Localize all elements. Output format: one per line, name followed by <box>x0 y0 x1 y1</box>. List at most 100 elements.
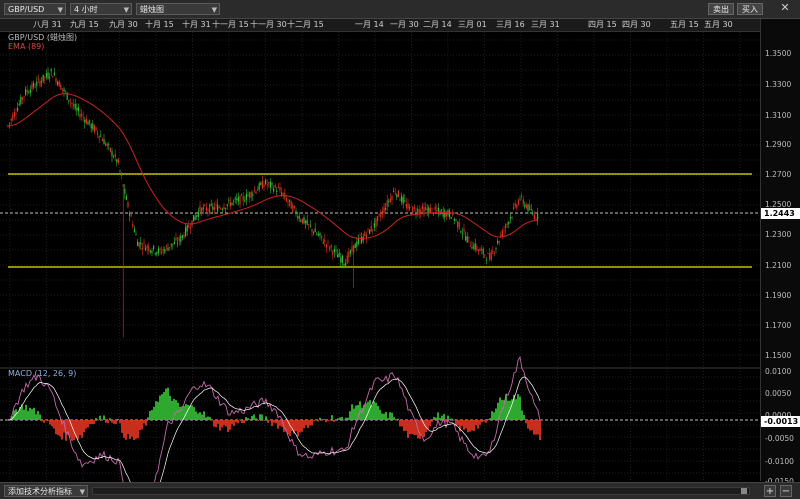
date-label: 八月 31 <box>33 20 62 29</box>
symbol-select[interactable]: GBP/USD ▼ <box>4 3 66 15</box>
zoom-out-button[interactable]: − <box>780 485 792 497</box>
macd-histogram-bar <box>205 417 207 420</box>
macd-histogram-bar <box>445 420 447 423</box>
candle-body <box>170 243 172 247</box>
candle-body <box>188 225 190 228</box>
candle-body <box>196 215 198 218</box>
candle-body <box>221 209 223 210</box>
candle-body <box>282 192 284 195</box>
candle-body <box>257 189 259 191</box>
macd-histogram-bar <box>471 420 473 431</box>
candle-body <box>33 83 35 87</box>
candle-body <box>244 200 246 202</box>
macd-histogram-bar <box>377 405 379 420</box>
macd-histogram-bar <box>71 420 73 441</box>
candle-body <box>169 247 171 249</box>
candle-body <box>493 253 495 254</box>
candle-body <box>212 206 214 210</box>
close-icon[interactable]: ✕ <box>778 1 792 15</box>
macd-histogram-bar <box>163 391 165 420</box>
macd-signal-line <box>7 376 541 482</box>
candle-body <box>274 184 276 188</box>
chart-footer: 添加技术分析指标 ▼ + − <box>0 482 800 499</box>
timeline-scrollbar[interactable] <box>92 487 750 495</box>
macd-histogram-bar <box>419 420 421 439</box>
candle-body <box>181 235 183 238</box>
candle-body <box>295 211 297 214</box>
candle-body <box>271 182 273 185</box>
candle-body <box>441 209 443 211</box>
macd-histogram-bar <box>33 407 35 420</box>
candle-body <box>140 242 142 245</box>
candle-body <box>135 234 137 235</box>
macd-histogram-bar <box>335 419 337 420</box>
candle-body <box>269 181 271 188</box>
buy-button[interactable]: 买入 <box>737 3 763 15</box>
candle-body <box>175 238 177 240</box>
macd-histogram-bar <box>495 408 497 420</box>
candle-body <box>306 220 308 225</box>
chart-plot-area[interactable] <box>0 32 760 482</box>
timeframe-select[interactable]: 4 小时 ▼ <box>70 3 132 15</box>
candle-body <box>484 254 486 256</box>
macd-histogram-bar <box>165 388 167 420</box>
candle-body <box>100 135 102 137</box>
candle-body <box>154 253 156 255</box>
macd-histogram-bar <box>253 414 255 420</box>
sell-button[interactable]: 卖出 <box>708 3 734 15</box>
macd-histogram-bar <box>143 420 145 424</box>
candle-body <box>396 194 398 198</box>
macd-histogram-bar <box>325 420 327 423</box>
macd-histogram-bar <box>239 419 241 421</box>
macd-histogram-bar <box>531 420 533 431</box>
macd-histogram-bar <box>299 420 301 433</box>
candle-body <box>473 244 475 249</box>
indicator-select[interactable]: 添加技术分析指标 ▼ <box>4 485 88 497</box>
macd-histogram-bar <box>371 405 373 420</box>
candle-body <box>44 76 46 79</box>
candle-body <box>383 207 385 213</box>
candle-body <box>103 138 105 145</box>
candle-body <box>133 229 135 232</box>
candle-body <box>482 248 484 255</box>
candle-body <box>316 233 318 235</box>
candle-body <box>29 89 31 93</box>
chart-type-select[interactable]: 蜡烛图 ▼ <box>136 3 220 15</box>
candle-body <box>34 87 36 88</box>
candle-body <box>353 245 355 253</box>
candle-body <box>109 147 111 152</box>
date-label: 一月 30 <box>390 20 419 29</box>
candle-body <box>73 104 75 106</box>
scrollbar-thumb[interactable] <box>741 488 747 494</box>
candle-body <box>468 236 470 238</box>
candle-body <box>25 89 27 95</box>
macd-histogram-bar <box>263 419 265 421</box>
candle-body <box>452 211 454 216</box>
candle-body <box>402 197 404 204</box>
macd-histogram-bar <box>51 420 53 427</box>
macd-histogram-bar <box>25 404 27 420</box>
candle-body <box>490 251 492 261</box>
candle-body <box>298 216 300 219</box>
candle-body <box>311 229 313 232</box>
candle-body <box>210 203 212 206</box>
candle-body <box>497 240 499 244</box>
macd-histogram-bar <box>271 420 273 426</box>
candle-body <box>207 209 209 212</box>
macd-histogram-bar <box>315 419 317 421</box>
candle-body <box>143 242 145 244</box>
macd-histogram-bar <box>321 420 323 421</box>
macd-histogram-bar <box>245 417 247 420</box>
candle-body <box>303 217 305 224</box>
candle-body <box>233 200 235 202</box>
macd-histogram-bar <box>243 420 245 423</box>
candle-body <box>138 242 140 248</box>
candle-body <box>341 255 343 263</box>
candle-body <box>461 232 463 234</box>
candle-body <box>450 217 452 219</box>
candle-body <box>114 154 116 157</box>
candle-body <box>42 74 44 81</box>
zoom-in-button[interactable]: + <box>764 485 776 497</box>
candlestick-series <box>7 67 539 338</box>
candle-body <box>213 207 215 210</box>
